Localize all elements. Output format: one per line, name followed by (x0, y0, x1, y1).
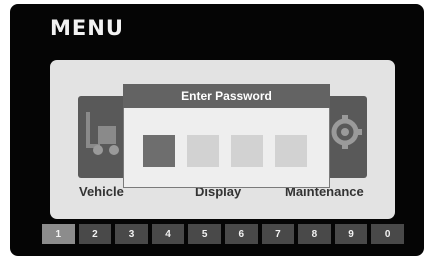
device-screen: MENU Vehicle Display Maintenance Enter P… (10, 4, 424, 256)
key-8[interactable]: 8 (298, 224, 331, 244)
password-digit-box (143, 135, 175, 167)
number-keypad: 1 2 3 4 5 6 7 8 9 0 (42, 224, 404, 244)
dialog-title: Enter Password (123, 84, 330, 108)
password-digit-box (275, 135, 307, 167)
key-9[interactable]: 9 (334, 224, 368, 244)
key-1[interactable]: 1 (42, 224, 75, 244)
key-7[interactable]: 7 (261, 224, 295, 244)
password-digit-box (231, 135, 263, 167)
key-0[interactable]: 0 (371, 224, 404, 244)
password-digit-box (187, 135, 219, 167)
password-digit-boxes (143, 135, 307, 167)
key-2[interactable]: 2 (78, 224, 112, 244)
password-dialog: Enter Password (123, 84, 330, 188)
key-5[interactable]: 5 (188, 224, 221, 244)
menu-tile-maintenance[interactable] (327, 96, 367, 178)
forklift-icon (86, 112, 119, 155)
menu-label-vehicle: Vehicle (79, 184, 124, 199)
key-4[interactable]: 4 (151, 224, 185, 244)
key-3[interactable]: 3 (115, 224, 148, 244)
menu-tile-vehicle[interactable] (78, 96, 128, 178)
page-title: MENU (50, 16, 124, 40)
gear-icon (331, 115, 362, 149)
key-6[interactable]: 6 (224, 224, 258, 244)
